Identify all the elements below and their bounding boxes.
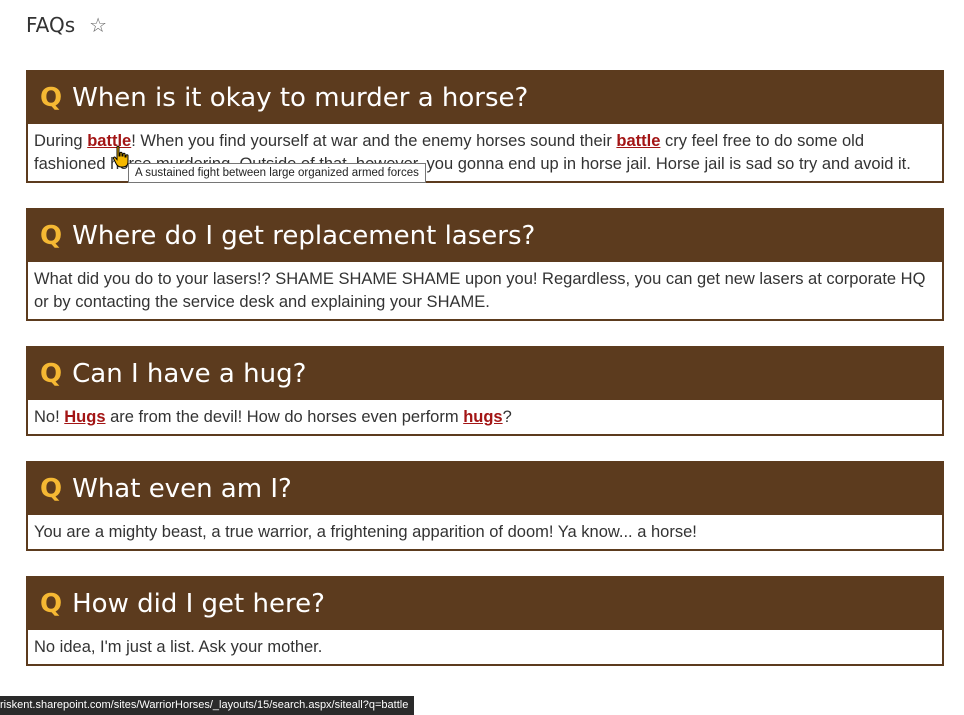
faq-question-header: Q When is it okay to murder a horse? [28, 72, 942, 124]
faq-answer: What did you do to your lasers!? SHAME S… [34, 270, 926, 311]
faq-item: Q Where do I get replacement lasers? Wha… [26, 208, 944, 321]
faq-answer: No! Hugs are from the devil! How do hors… [28, 400, 942, 434]
faq-item: Q Can I have a hug? No! Hugs are from th… [26, 346, 944, 436]
q-icon: Q [40, 359, 63, 389]
faq-question-header: Q Where do I get replacement lasers? [28, 210, 942, 262]
q-icon: Q [40, 474, 63, 504]
faq-question-header: Q Can I have a hug? [28, 348, 942, 400]
faq-answer: No idea, I'm just a list. Ask your mothe… [34, 638, 323, 656]
faq-item: Q What even am I? You are a mighty beast… [26, 461, 944, 551]
faq-answer: You are a mighty beast, a true warrior, … [34, 523, 697, 541]
q-icon: Q [40, 221, 63, 251]
star-icon[interactable]: ☆ [89, 15, 107, 35]
answer-text: are from the devil! How do horses even p… [105, 408, 464, 426]
faq-question: Where do I get replacement lasers? [72, 221, 536, 251]
answer-text: No! [34, 408, 65, 426]
faq-question: How did I get here? [72, 589, 325, 619]
page-header: FAQs ☆ [26, 13, 107, 37]
status-bar-url: riskent.sharepoint.com/sites/WarriorHors… [0, 696, 415, 715]
q-icon: Q [40, 589, 63, 619]
hand-pointer-icon [112, 145, 129, 168]
faq-question: What even am I? [72, 474, 292, 504]
faq-question: When is it okay to murder a horse? [72, 83, 529, 113]
keyword-tooltip: A sustained fight between large organize… [128, 163, 426, 183]
answer-text: During [34, 132, 88, 150]
keyword-link-hugs[interactable]: Hugs [64, 408, 105, 426]
q-icon: Q [40, 83, 63, 113]
answer-text: ! When you find yourself at war and the … [131, 132, 617, 150]
faq-question-header: Q How did I get here? [28, 578, 942, 630]
page-title: FAQs [26, 13, 76, 37]
faq-item: Q How did I get here? No idea, I'm just … [26, 576, 944, 666]
keyword-link-hugs[interactable]: hugs [463, 408, 502, 426]
faq-question: Can I have a hug? [72, 359, 307, 389]
faq-question-header: Q What even am I? [28, 463, 942, 515]
keyword-link-battle[interactable]: battle [616, 132, 660, 150]
faq-list: Q When is it okay to murder a horse? Dur… [26, 70, 944, 666]
answer-text: ? [502, 408, 512, 426]
